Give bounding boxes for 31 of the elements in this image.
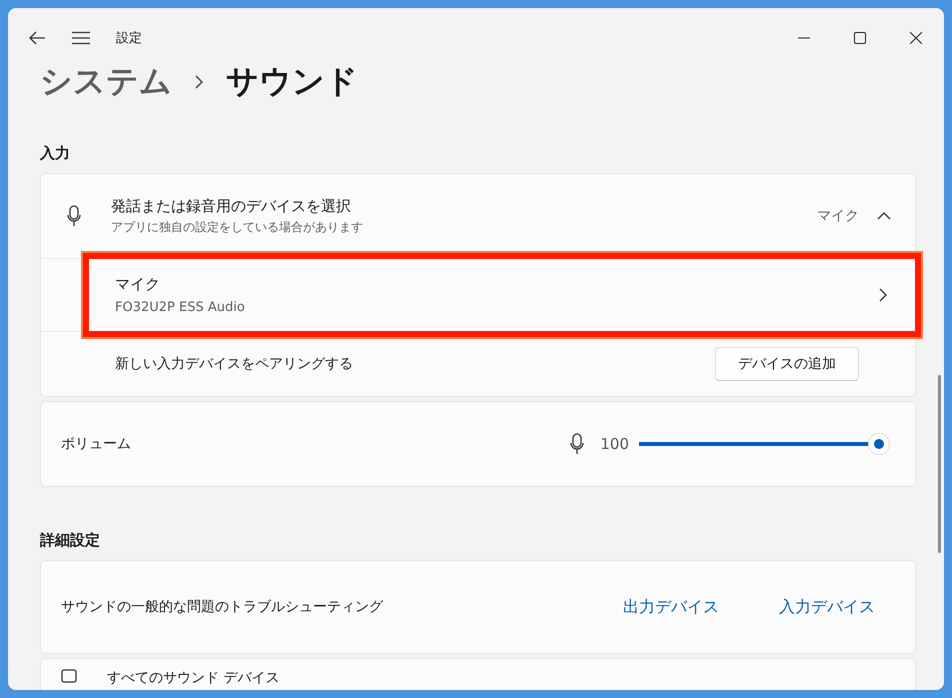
chevron-icon[interactable] xyxy=(877,211,891,221)
selected-device: マイク xyxy=(817,207,859,225)
maximize-icon[interactable] xyxy=(854,32,866,44)
back-icon[interactable] xyxy=(28,31,46,45)
pair-label: 新しい入力デバイスをペアリングする xyxy=(115,355,354,373)
volume-label: ボリューム xyxy=(61,435,132,453)
device-name: マイク xyxy=(115,275,161,294)
slider-thumb[interactable] xyxy=(869,434,889,454)
chevron-right-icon xyxy=(879,288,887,302)
add-device-button[interactable]: デバイスの追加 xyxy=(715,347,859,381)
chevron-right-icon xyxy=(194,74,204,90)
troubleshoot-link[interactable]: 出力デバイス xyxy=(623,596,719,618)
page-title: サウンド xyxy=(226,61,358,102)
volume-reading: 100 xyxy=(600,435,629,453)
troubleshoot-link[interactable]: 入力デバイス xyxy=(779,596,875,618)
close-icon[interactable] xyxy=(910,32,922,44)
menu-icon[interactable] xyxy=(72,31,90,45)
section-heading: 入力 xyxy=(40,144,71,163)
troubleshoot-label: サウンドの一般的な問題のトラブルシューティング xyxy=(61,598,384,616)
setting-title: 発話または録音用のデバイスを選択 xyxy=(111,196,352,216)
device-detail: FO32U2P ESS Audio xyxy=(115,300,246,315)
all-devices-card[interactable]: すべてのサウンド デバイス xyxy=(40,658,916,690)
microphone-icon xyxy=(67,205,81,227)
all-devices-label: すべてのサウンド デバイス xyxy=(107,669,280,687)
setting-subtitle: アプリに独自の設定をしている場合があります xyxy=(111,218,364,236)
device-item[interactable]: マイク FO32U2P ESS Audio xyxy=(89,259,915,331)
section-heading: 詳細設定 xyxy=(40,531,101,550)
microphone-icon xyxy=(570,433,584,455)
breadcrumb-parent[interactable]: システム xyxy=(40,60,172,104)
scrollbar[interactable] xyxy=(938,375,941,553)
window-title: 設定 xyxy=(116,30,142,47)
